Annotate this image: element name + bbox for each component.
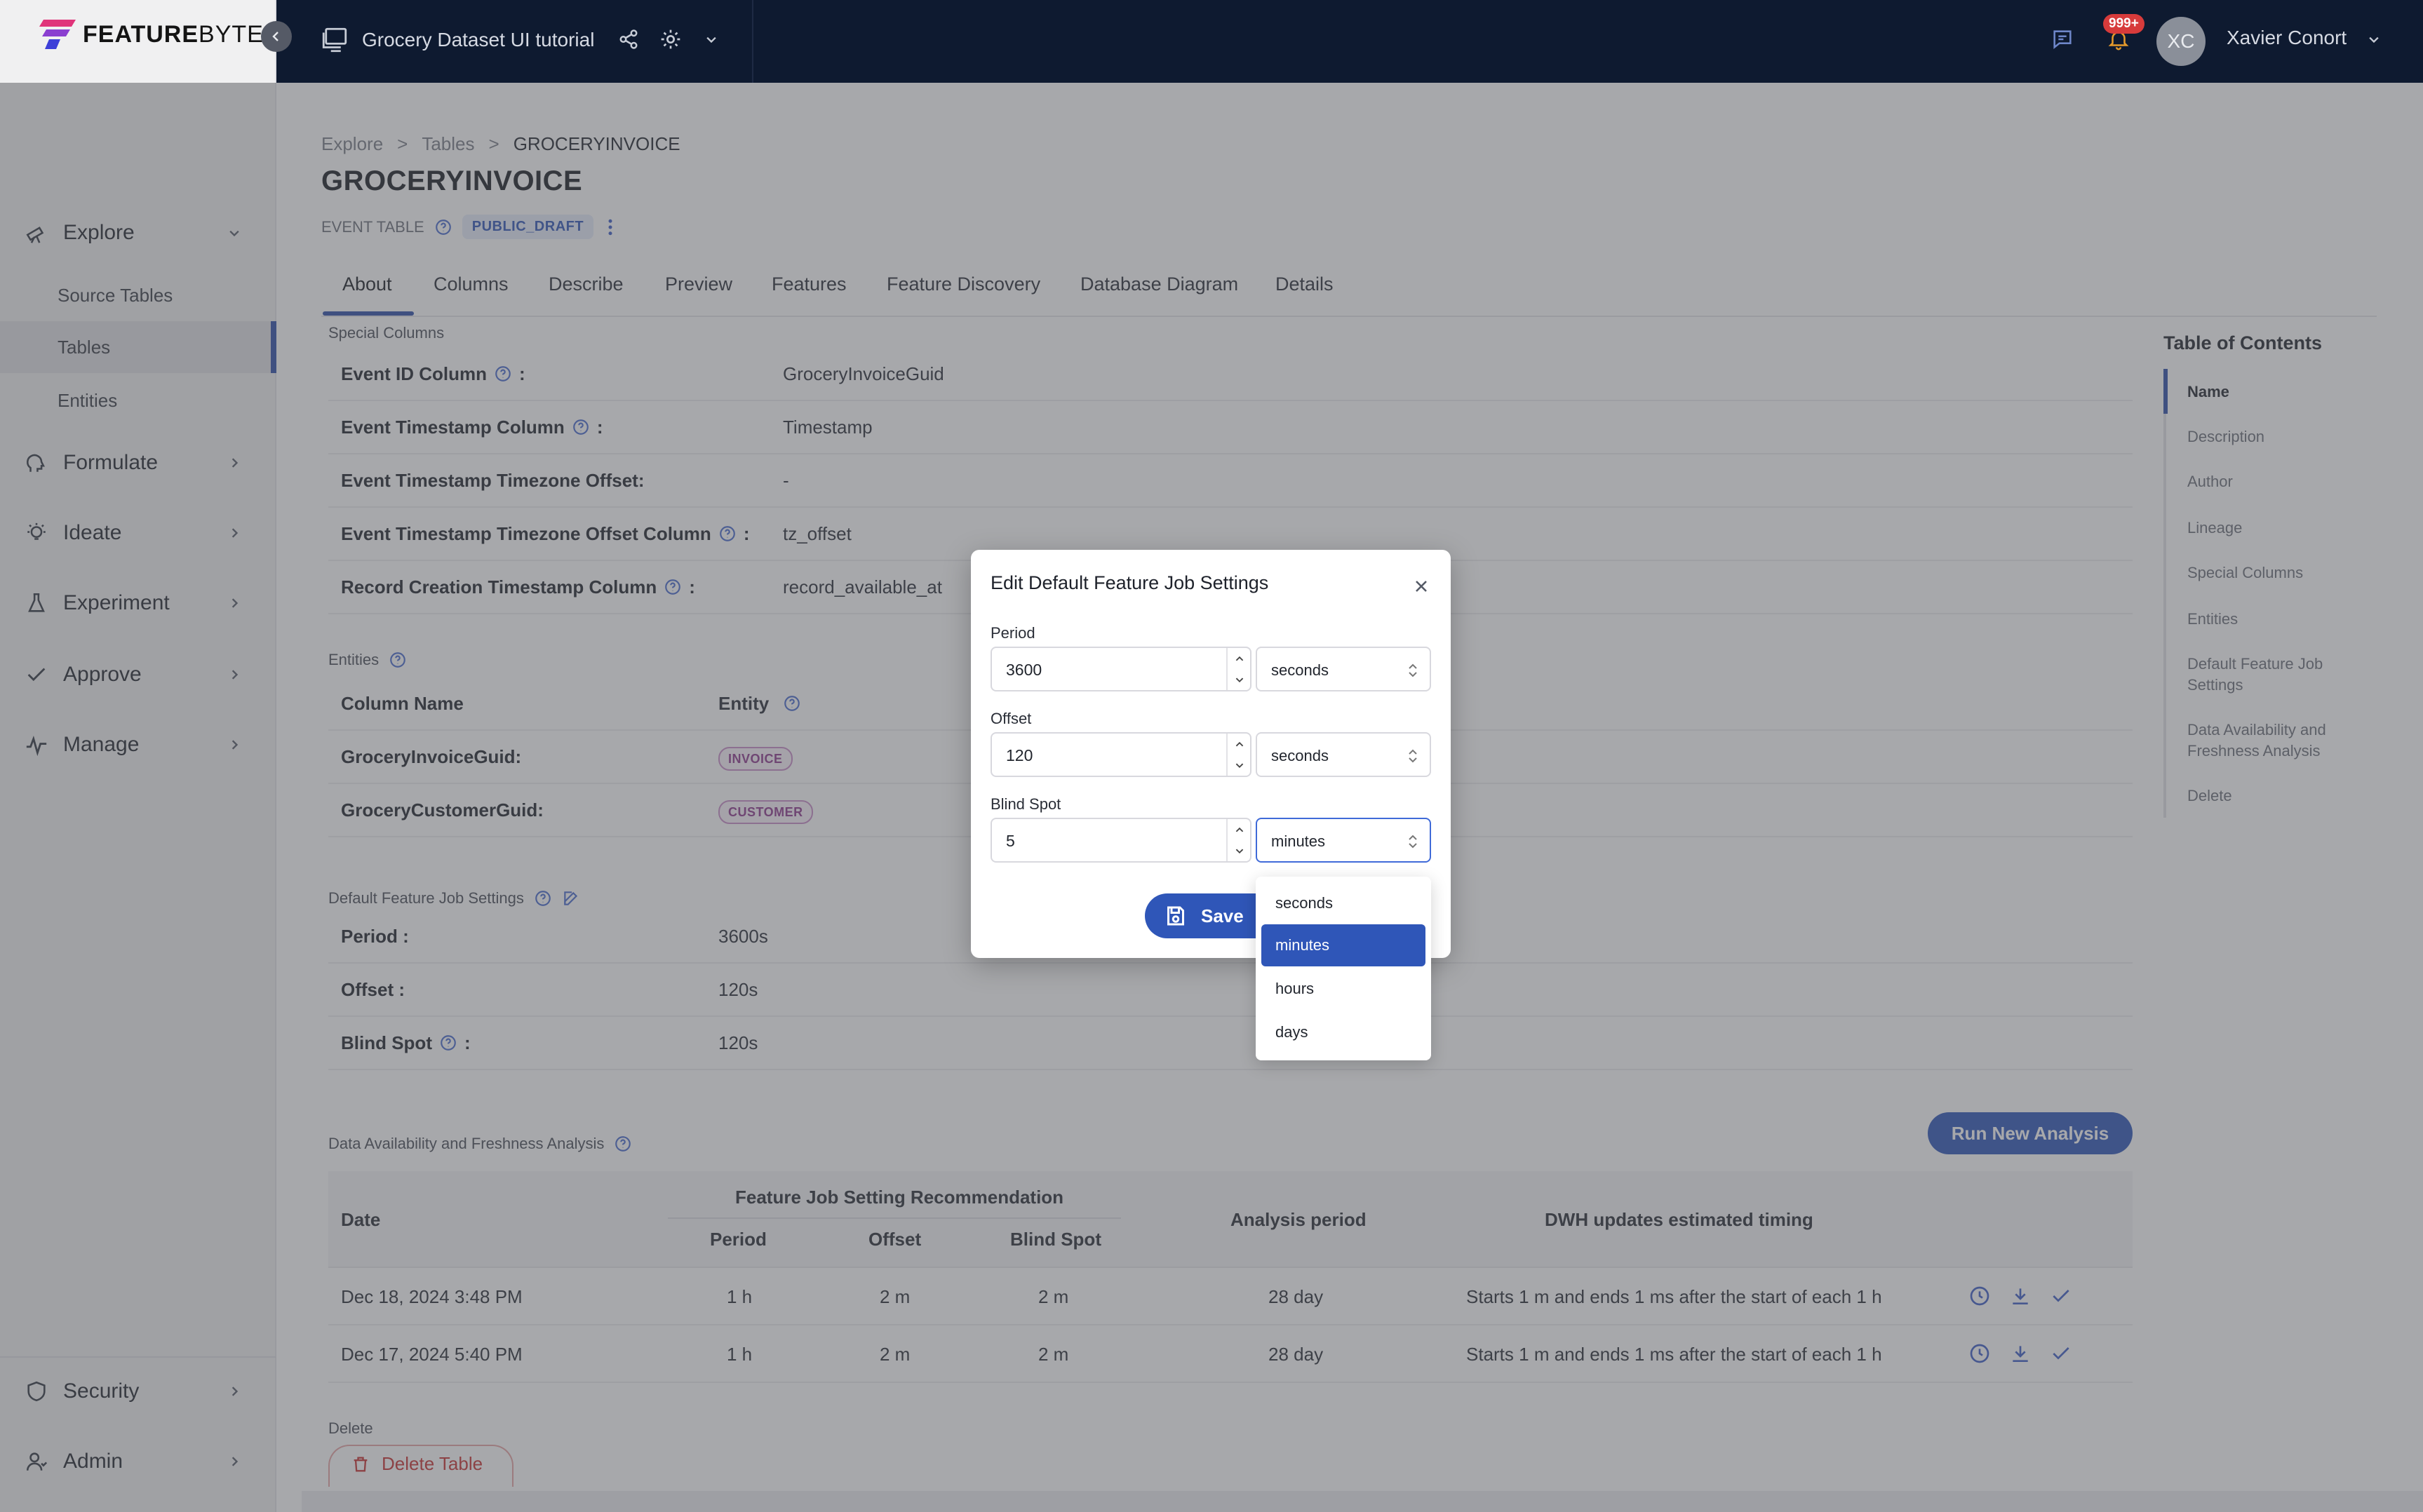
blind-spot-input[interactable]: 5 xyxy=(991,818,1251,863)
blind-spot-field-label: Blind Spot xyxy=(991,795,1061,813)
chevron-down-icon[interactable] xyxy=(1232,757,1247,773)
close-icon[interactable] xyxy=(1411,576,1431,596)
dropdown-option-seconds[interactable]: seconds xyxy=(1261,882,1425,924)
project-selector[interactable]: Grocery Dataset UI tutorial xyxy=(320,0,594,80)
user-menu-chevron-icon[interactable] xyxy=(2360,25,2388,53)
offset-field-label: Offset xyxy=(991,710,1032,727)
featurebyte-logo-icon xyxy=(39,20,76,49)
blind-spot-stepper[interactable] xyxy=(1226,819,1251,861)
top-bar-divider xyxy=(752,0,753,83)
offset-stepper[interactable] xyxy=(1226,734,1251,776)
project-name: Grocery Dataset UI tutorial xyxy=(362,29,595,50)
dialog-title: Edit Default Feature Job Settings xyxy=(991,572,1269,593)
chevron-down-icon[interactable] xyxy=(697,25,725,53)
monitor-icon xyxy=(322,27,347,53)
select-arrows-icon xyxy=(1409,749,1417,763)
brand-name: FEATUREBYTE xyxy=(83,20,264,48)
period-unit-select[interactable]: seconds xyxy=(1256,647,1431,691)
period-field-label: Period xyxy=(991,624,1035,642)
top-bar xyxy=(276,0,2423,83)
period-input[interactable]: 3600 xyxy=(991,647,1251,691)
chevron-up-icon[interactable] xyxy=(1232,651,1247,666)
select-arrows-icon xyxy=(1409,663,1417,677)
modal-backdrop-sidebar xyxy=(0,83,276,1512)
blind-spot-unit-select[interactable]: minutes xyxy=(1256,818,1431,863)
notification-badge: 999+ xyxy=(2103,14,2145,34)
chevron-up-icon[interactable] xyxy=(1232,736,1247,752)
dropdown-option-hours[interactable]: hours xyxy=(1261,968,1425,1010)
unit-dropdown-menu: seconds minutes hours days xyxy=(1256,877,1431,1060)
sidebar-collapse-button[interactable] xyxy=(261,21,292,52)
avatar[interactable]: XC xyxy=(2156,17,2206,66)
chevron-down-icon[interactable] xyxy=(1232,672,1247,687)
period-stepper[interactable] xyxy=(1226,648,1251,690)
featurebyte-logo[interactable]: FEATUREBYTE xyxy=(39,17,264,52)
gear-icon[interactable] xyxy=(657,25,685,53)
chevron-left-icon xyxy=(272,32,278,41)
save-icon xyxy=(1167,906,1184,926)
chevron-up-icon[interactable] xyxy=(1232,822,1247,837)
offset-input[interactable]: 120 xyxy=(991,732,1251,777)
share-icon[interactable] xyxy=(615,25,643,53)
chat-icon[interactable] xyxy=(2048,25,2076,53)
offset-unit-select[interactable]: seconds xyxy=(1256,732,1431,777)
select-arrows-icon xyxy=(1409,835,1417,849)
user-name[interactable]: Xavier Conort xyxy=(2227,27,2347,49)
save-label: Save xyxy=(1201,905,1244,926)
dropdown-option-minutes[interactable]: minutes xyxy=(1261,924,1425,966)
dropdown-option-days[interactable]: days xyxy=(1261,1011,1425,1053)
chevron-down-icon[interactable] xyxy=(1232,843,1247,858)
